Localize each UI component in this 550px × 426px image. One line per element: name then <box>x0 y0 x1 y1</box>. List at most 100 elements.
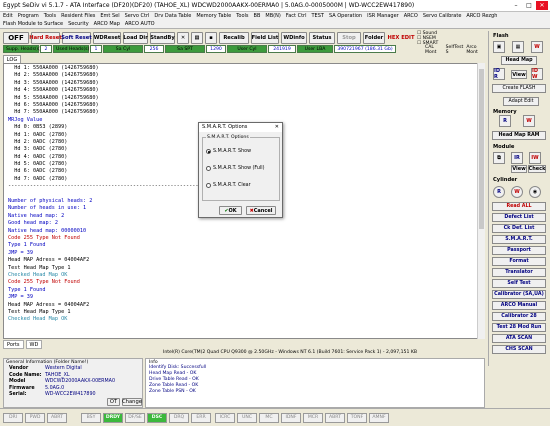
standby-button[interactable]: StandBy <box>150 32 175 44</box>
folder-button[interactable]: Folder <box>363 32 385 44</box>
defect-list-button[interactable]: Defect List <box>492 213 546 222</box>
cylinder-write-icon[interactable]: W <box>511 186 523 198</box>
read-all-button[interactable]: Read ALL <box>492 202 546 211</box>
ata-scan-button[interactable]: ATA SCAN <box>492 334 546 343</box>
menu-item[interactable]: SA Operation <box>329 13 362 21</box>
stop-button[interactable]: Stop <box>337 32 361 44</box>
menu-item[interactable]: Emt Sel <box>100 13 119 21</box>
menu-item[interactable]: ARCO Rezgh <box>466 13 497 21</box>
field-list-button[interactable]: Field List <box>251 32 279 44</box>
adapt-edit-button[interactable]: Adapt Edit <box>503 97 539 106</box>
log-line: Hd 6: 550AA000 (1426759680) <box>8 101 99 108</box>
info-line: Zone Table PSN - OK <box>149 389 196 394</box>
calibrator-sa-ua-button[interactable]: Calibrator (SA,UA) <box>492 290 546 299</box>
radio-smart-clear[interactable]: S.M.A.R.T. Clear <box>206 177 276 194</box>
close-icon[interactable]: ✕ <box>536 1 548 10</box>
translator-button[interactable]: Translator <box>492 268 546 277</box>
menu-item[interactable]: Drv Data Table <box>154 13 191 21</box>
menu-item[interactable]: Servo Calibrate <box>423 13 462 21</box>
arco-mont-label[interactable]: Arco Mont <box>466 45 485 55</box>
menu-item[interactable]: Servo Ctrl <box>125 13 150 21</box>
title-bar: Egypt SeDiv vi 5.1.7 - ATA Interface (DF… <box>0 0 550 12</box>
menu-item[interactable]: BB <box>254 13 261 21</box>
off-button[interactable]: OFF <box>3 32 29 44</box>
load-dir-button[interactable]: Load Dir <box>123 32 148 44</box>
recalib-button[interactable]: Recalib <box>219 32 249 44</box>
menu-item[interactable]: Tools <box>44 13 56 21</box>
view-button[interactable]: View <box>511 70 527 79</box>
calibrator-28-button[interactable]: Calibrator 28 <box>492 312 546 321</box>
head-map-ram-button[interactable]: Head Map RAM <box>492 131 546 140</box>
menu-item[interactable]: MB(N) <box>265 13 280 21</box>
cal-mont-label[interactable]: CAL Mont <box>425 45 443 55</box>
id-w-button[interactable]: ID W <box>531 68 543 80</box>
menu-item[interactable]: Security <box>68 21 89 29</box>
flash-read-icon[interactable]: ▣ <box>493 41 505 53</box>
passport-button[interactable]: Passport <box>492 246 546 255</box>
flash-write-icon[interactable]: W <box>531 41 543 53</box>
radio-smart-show-full[interactable]: S.M.A.R.T. Show (Full) <box>206 160 276 177</box>
scrollbar-thumb[interactable] <box>479 69 484 229</box>
menu-item[interactable]: Fact Ctrl <box>286 13 307 21</box>
memory-read-icon[interactable]: R <box>499 115 511 127</box>
menu-item[interactable]: Edit <box>3 13 13 21</box>
right-panel: Flash ▣ ▦ W Head Map ID R View ID W Crea… <box>488 31 548 366</box>
menu-item[interactable]: Resident Files <box>61 13 95 21</box>
memory-write-icon[interactable]: W <box>523 115 535 127</box>
change-button[interactable]: Change <box>122 398 142 406</box>
minimize-icon[interactable]: – <box>510 1 522 10</box>
module-check-button[interactable]: Check <box>528 165 546 173</box>
tab-ports[interactable]: Ports <box>3 340 24 349</box>
menu-item[interactable]: TEST <box>311 13 323 21</box>
save-icon[interactable]: ▪ <box>205 32 217 44</box>
indicator-unc: UNC <box>237 412 257 423</box>
format-button[interactable]: Format <box>492 257 546 266</box>
log-line: Hd 3: 550AA000 (1426759680) <box>8 79 99 86</box>
flash-chip-icon[interactable]: ▦ <box>512 41 524 53</box>
hard-reset-button[interactable]: Hard Reset <box>29 32 62 44</box>
menu-item[interactable]: Memory Table <box>196 13 231 21</box>
arco-manual-button[interactable]: ARCO Manual <box>492 301 546 310</box>
chs-scan-button[interactable]: CHS SCAN <box>492 345 546 354</box>
dialog-title: S.M.A.R.T. Options <box>202 124 248 130</box>
self-test-button[interactable]: Self Test <box>492 279 546 288</box>
test-28-mod-run-button[interactable]: Test 28 Mod Run <box>492 323 546 332</box>
cancel-x-button[interactable]: ✕ <box>177 32 189 44</box>
menu-item[interactable]: Flash Module to Surface <box>3 21 63 29</box>
cancel-button[interactable]: ✖ Cancel <box>246 206 276 215</box>
menu-item[interactable]: Tools <box>236 13 248 21</box>
module-view-button[interactable]: View <box>511 165 527 173</box>
module-id-r-icon[interactable]: IR <box>511 152 523 164</box>
ot-button[interactable]: OT <box>107 398 120 406</box>
id-r-button[interactable]: ID R <box>493 68 505 80</box>
grid-icon[interactable]: ▦ <box>191 32 203 44</box>
mont-group: CAL Mont SelfTest S Arco Mont <box>425 45 485 55</box>
module-id-w-icon[interactable]: IW <box>529 152 541 164</box>
soft-reset-button[interactable]: Soft Reset <box>61 32 92 44</box>
cylinder-view-icon[interactable]: ◉ <box>529 186 541 198</box>
head-map-button[interactable]: Head Map <box>501 56 537 65</box>
cylinder-read-icon[interactable]: R <box>493 186 505 198</box>
maximize-icon[interactable]: □ <box>523 1 535 10</box>
tab-log[interactable]: LOG <box>3 55 21 63</box>
menu-item[interactable]: ISR Manager <box>367 13 399 21</box>
menu-item[interactable]: ARCO <box>404 13 418 21</box>
wdreset-button[interactable]: WDReset <box>93 32 121 44</box>
radio-label: S.M.A.R.T. Show <box>213 149 251 154</box>
ck-def-list-button[interactable]: Ck Def. List <box>492 224 546 233</box>
ok-button[interactable]: ✔ OK <box>219 206 242 215</box>
s-m-a-r-t-button[interactable]: S.M.A.R.T. <box>492 235 546 244</box>
dialog-close-icon[interactable]: ✕ <box>275 124 279 131</box>
menu-item[interactable]: Program <box>18 13 39 21</box>
wdinfo-button[interactable]: WDinfo <box>281 32 307 44</box>
radio-smart-show[interactable]: S.M.A.R.T. Show <box>206 143 276 160</box>
menu-item[interactable]: ARCO Map <box>94 21 120 29</box>
menu-item[interactable]: ARCO AUTO <box>125 21 155 29</box>
hex-edit-button[interactable]: HEX EDIT <box>387 32 415 44</box>
status-button[interactable]: Status <box>309 32 335 44</box>
log-scrollbar[interactable] <box>477 63 485 339</box>
module-copy-icon[interactable]: ⧉ <box>493 152 505 164</box>
selftest-label[interactable]: SelfTest S <box>446 45 464 55</box>
create-flash-button[interactable]: Create FLASH <box>492 84 546 93</box>
tab-wd[interactable]: WD <box>25 340 43 349</box>
